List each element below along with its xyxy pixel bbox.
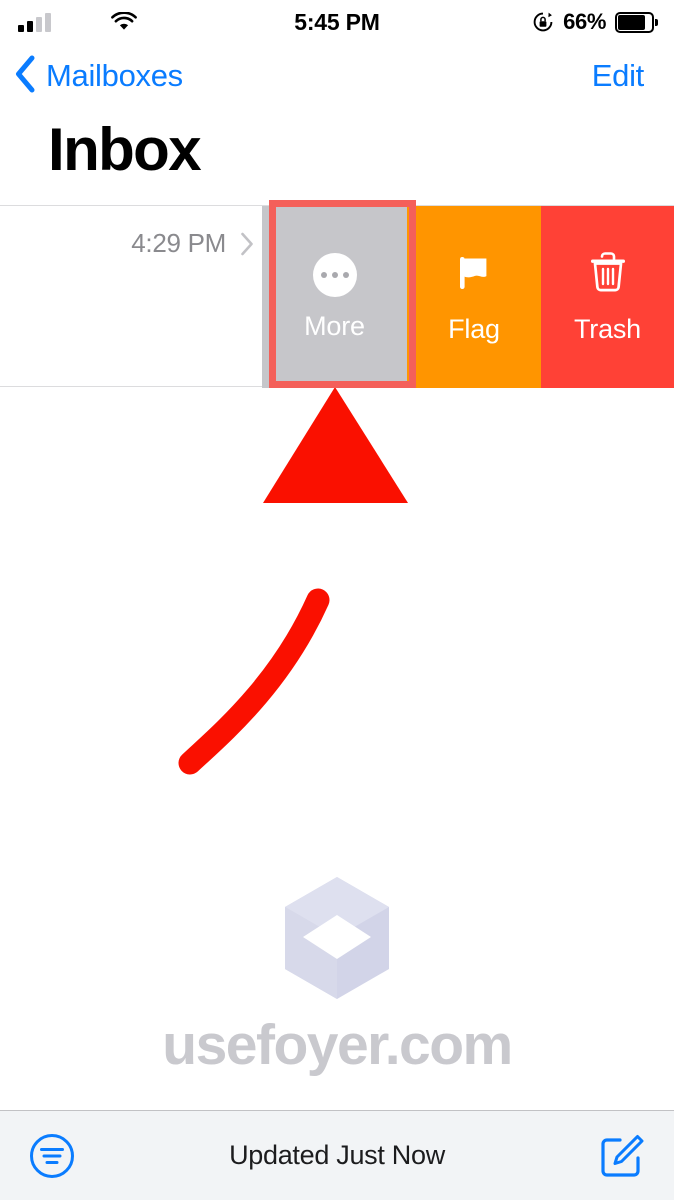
swipe-action-trash[interactable]: Trash (541, 206, 674, 388)
rotation-lock-icon (532, 11, 554, 33)
status-bar: 5:45 PM 66% (0, 0, 674, 44)
battery-percent-label: 66% (563, 9, 606, 34)
swipe-action-trash-label: Trash (573, 314, 641, 344)
bottom-toolbar: Updated Just Now (0, 1110, 674, 1200)
chevron-right-icon (240, 232, 254, 256)
mail-row-meta: 4:29 PM (131, 228, 254, 259)
status-bar-right: 66% (532, 0, 658, 44)
edit-button[interactable]: Edit (592, 44, 645, 108)
swipe-action-more-label: More (304, 310, 365, 341)
swipe-actions: More Flag Trash (262, 206, 674, 388)
compose-pencil-icon[interactable] (598, 1132, 646, 1180)
foyer-cube-logo (281, 875, 393, 1006)
swipe-action-flag-label: Flag (448, 314, 500, 344)
mail-inbox-screen: 5:45 PM 66% Mailboxes Edit Inbox 4:29 PM… (0, 0, 674, 1200)
mail-row-timestamp: 4:29 PM (131, 228, 226, 258)
watermark: usefoyer.com (0, 875, 674, 1078)
flag-icon (451, 249, 497, 300)
watermark-text: usefoyer.com (162, 1013, 513, 1077)
ellipsis-circle-icon (312, 252, 357, 297)
trash-icon (586, 249, 630, 300)
toolbar-status-text: Updated Just Now (229, 1140, 445, 1170)
swipe-action-more[interactable]: More (262, 206, 407, 388)
battery-icon (615, 11, 658, 33)
back-button-label: Mailboxes (46, 58, 183, 93)
swipe-action-flag[interactable]: Flag (407, 206, 541, 388)
back-button[interactable]: Mailboxes (14, 44, 183, 108)
chevron-left-icon (14, 55, 36, 98)
mail-list-row[interactable]: 4:29 PM More Flag Trash (0, 205, 674, 388)
curved-up-arrow-annotation (160, 385, 440, 785)
page-title: Inbox (48, 116, 202, 183)
navigation-bar: Mailboxes Edit (0, 44, 674, 108)
